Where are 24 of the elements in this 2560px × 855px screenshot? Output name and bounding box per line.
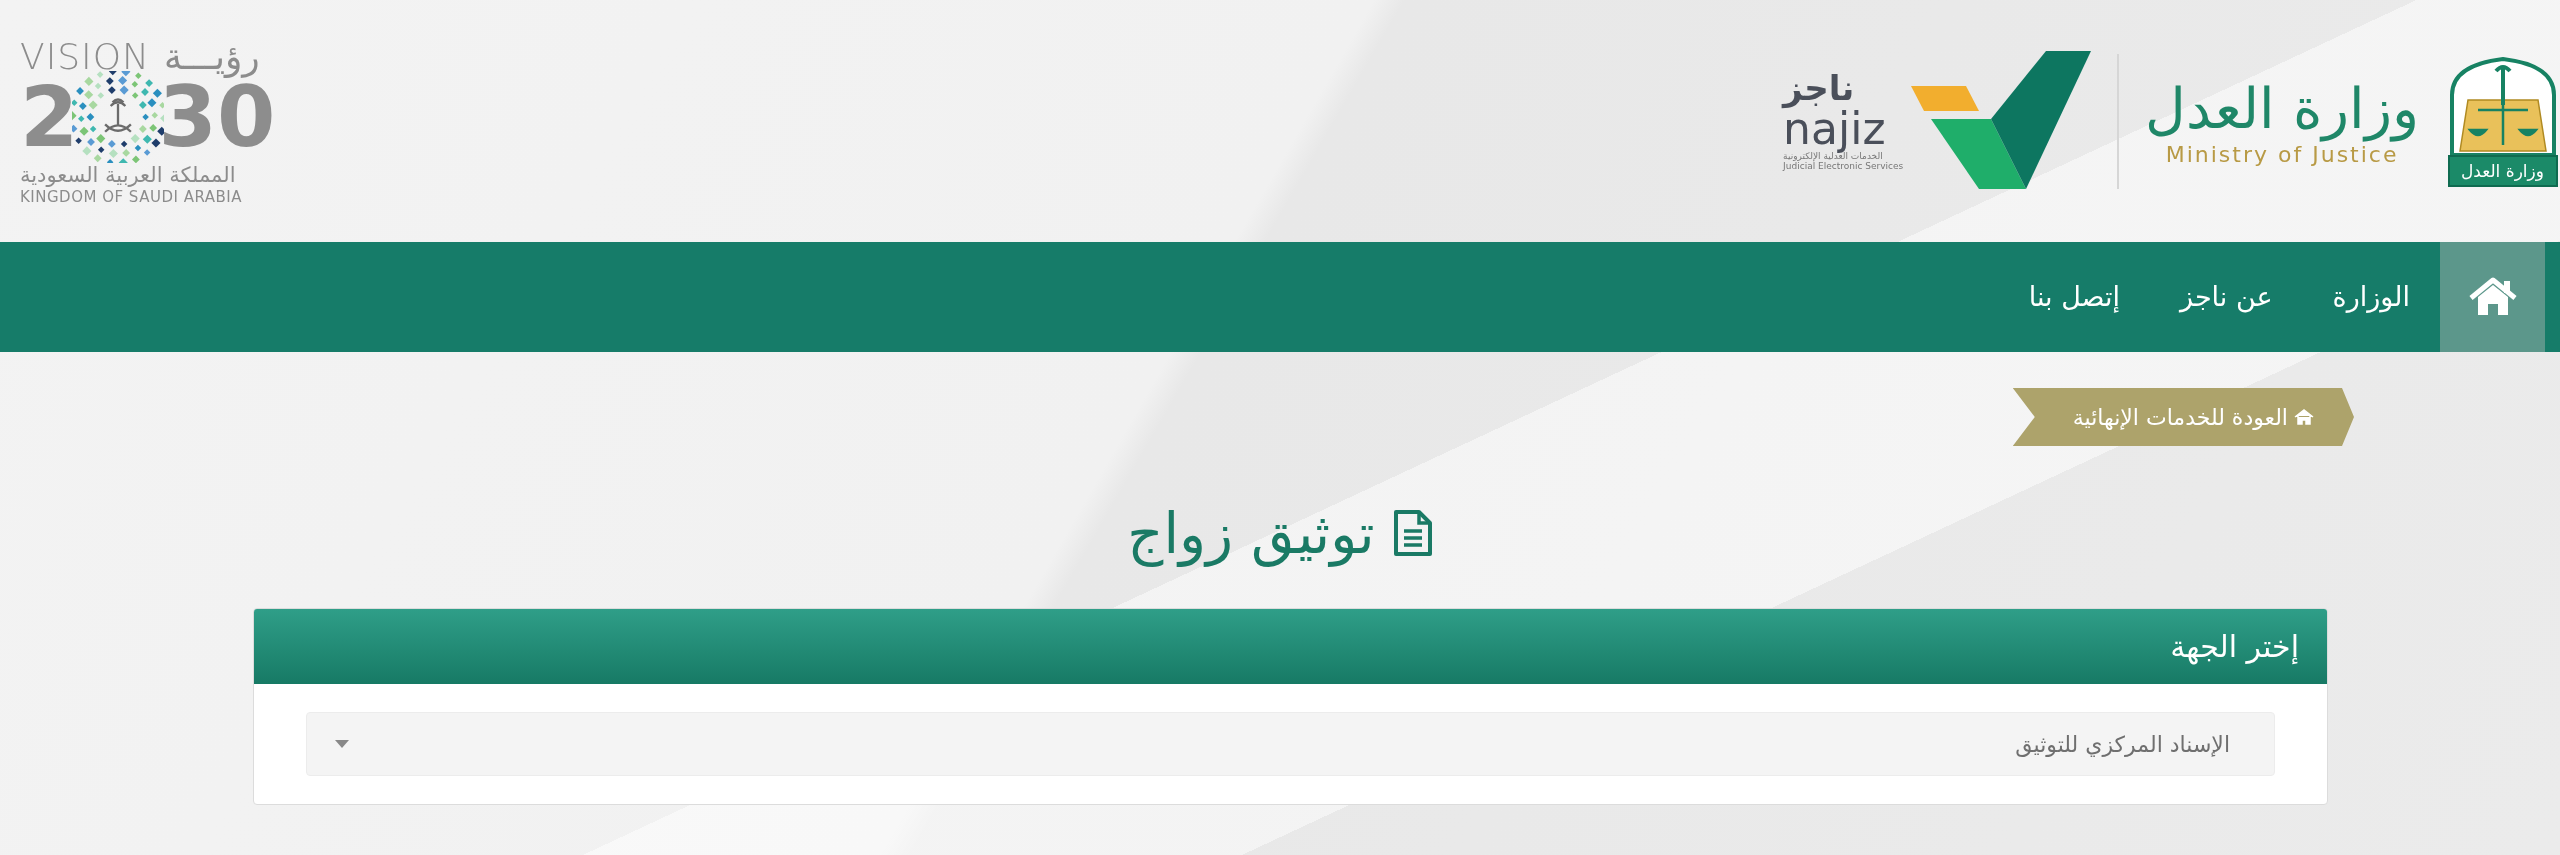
nav-link[interactable]: عن ناجز bbox=[2150, 242, 2303, 352]
najiz-tagline: Judicial Electronic Services bbox=[1783, 160, 1904, 171]
nav-link[interactable]: إتصل بنا bbox=[1998, 242, 2150, 352]
checkmark-logo-icon bbox=[1911, 51, 2092, 191]
palm-emblem-icon bbox=[72, 70, 165, 163]
document-icon bbox=[1392, 509, 1433, 557]
kingdom-arabic-label: المملكة العربية السعودية bbox=[20, 162, 236, 189]
page-title: توثيق زواج bbox=[1127, 500, 1375, 566]
nav-link[interactable]: الوزارة bbox=[2302, 242, 2440, 352]
panel-title: إختر الجهة bbox=[2170, 629, 2299, 664]
caret-icon bbox=[335, 740, 349, 748]
vision-label: VISION bbox=[20, 35, 150, 77]
najiz-arabic-name: ناجز bbox=[1783, 71, 1855, 107]
select-field[interactable]: الإسناد المركزي للتوثيق bbox=[306, 712, 2275, 776]
emblem-caption: وزارة العدل bbox=[2447, 155, 2558, 187]
scales-emblem-icon bbox=[2447, 55, 2558, 155]
home-icon bbox=[2468, 277, 2517, 317]
year-digit: 2 bbox=[20, 74, 79, 159]
back-link-label: العودة للخدمات الإنهائية bbox=[2072, 404, 2288, 430]
ministry-name: Ministry of Justice bbox=[2165, 142, 2399, 168]
home-button[interactable] bbox=[2440, 242, 2545, 352]
home-icon bbox=[2294, 409, 2314, 425]
kingdom-label: KINGDOM OF SAUDI ARABIA bbox=[20, 188, 242, 207]
ministry-arabic-name: وزارة العدل bbox=[2145, 74, 2419, 143]
